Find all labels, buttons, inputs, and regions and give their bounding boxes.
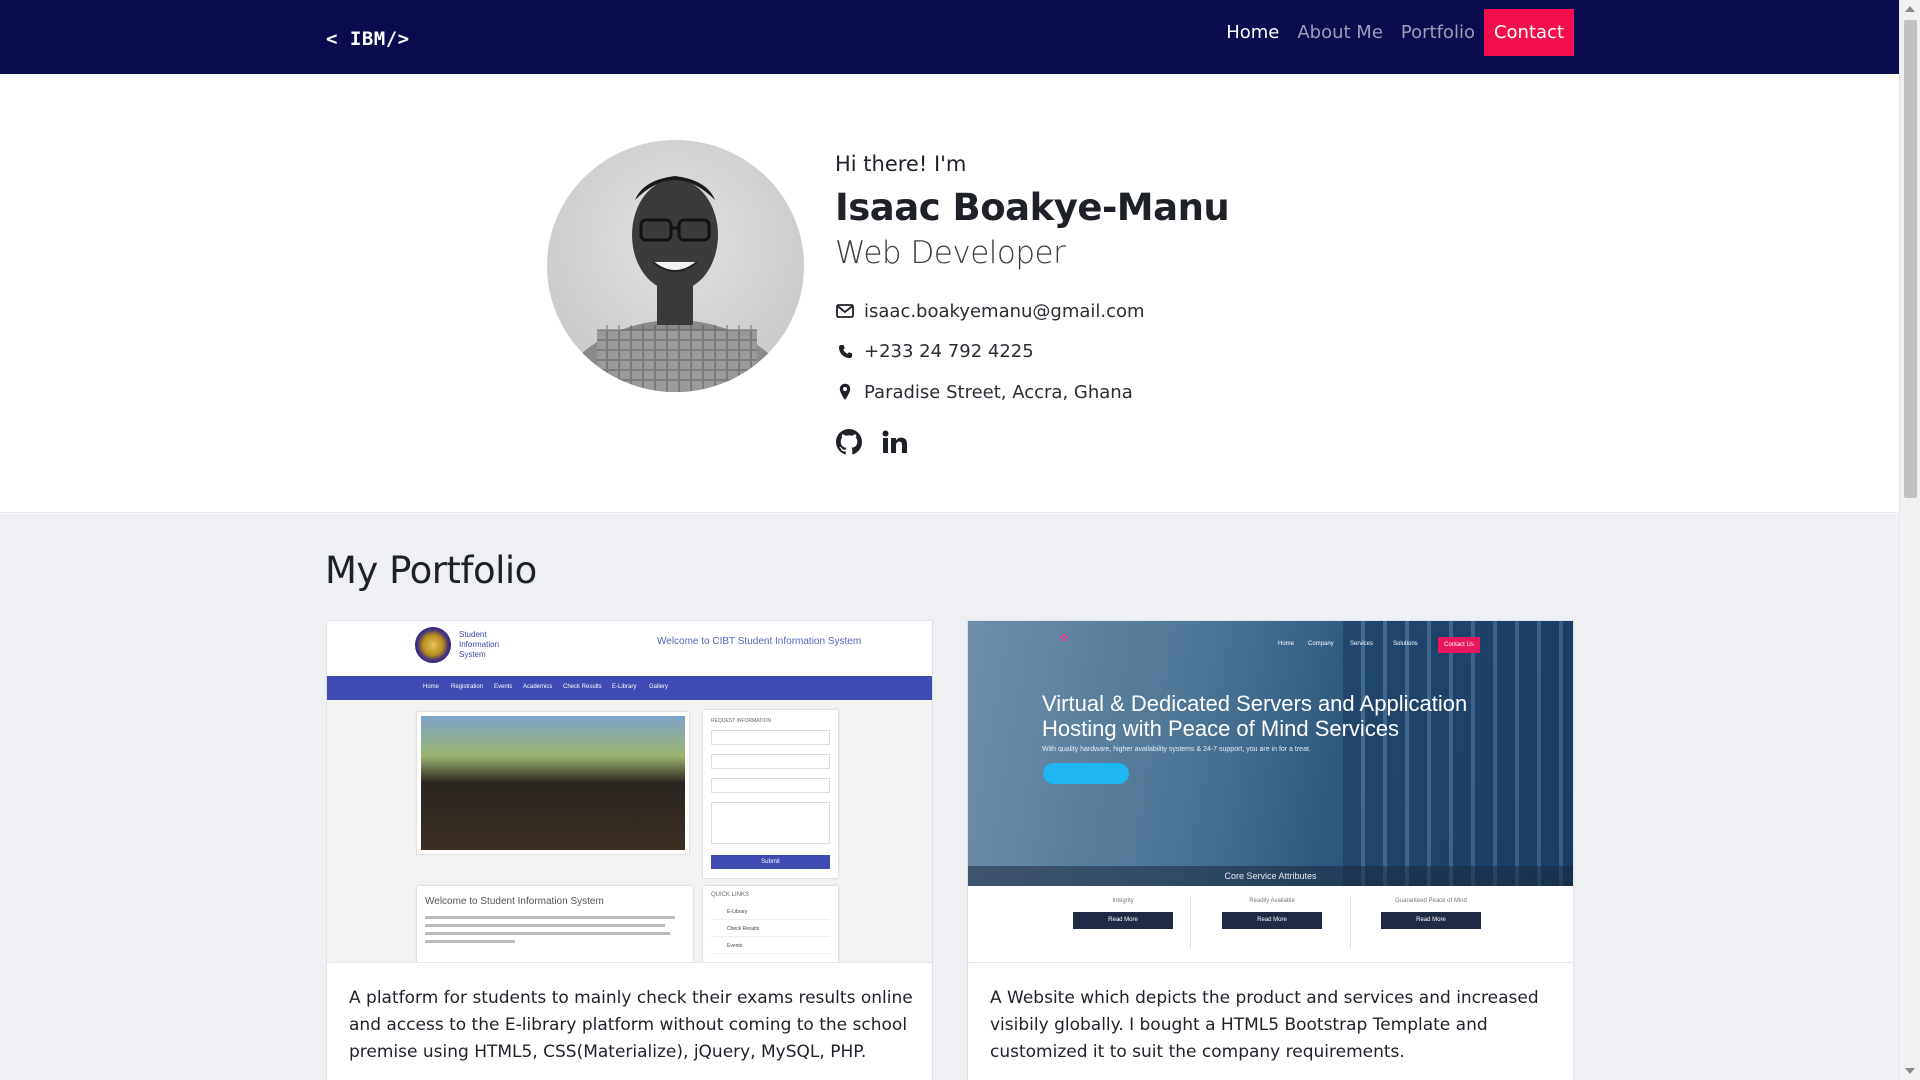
portfolio-card[interactable]: Student Information System Welcome to CI… bbox=[326, 620, 933, 1080]
screenshot-ql-label: Check Results bbox=[727, 926, 760, 932]
top-navbar: < IBM/> Home About Me Portfolio Contact bbox=[0, 0, 1899, 74]
phone-text[interactable]: +233 24 792 4225 bbox=[864, 341, 1034, 362]
main-nav: Home About Me Portfolio Contact bbox=[1217, 9, 1574, 56]
screenshot-ql-item: Check Results bbox=[711, 923, 830, 937]
screenshot-menu-item: Home bbox=[423, 684, 440, 690]
hero-section: Hi there! I'm Isaac Boakye-Manu Web Deve… bbox=[0, 74, 1899, 513]
phone-row: +233 24 792 4225 bbox=[835, 339, 1229, 363]
portfolio-card[interactable]: ✿ Home Company Services Solutions Contac… bbox=[967, 620, 1574, 1080]
screenshot-ql-item: E-Library bbox=[711, 906, 830, 920]
text-line bbox=[425, 924, 665, 927]
project-screenshot[interactable]: ✿ Home Company Services Solutions Contac… bbox=[968, 621, 1573, 963]
attribute-caption: Readily Available bbox=[1249, 898, 1295, 904]
screenshot-header: Student Information System Welcome to CI… bbox=[327, 621, 932, 676]
screenshot-menu-item: Services bbox=[1350, 641, 1374, 647]
hero-greeting: Hi there! I'm bbox=[835, 152, 967, 176]
screenshot-field bbox=[711, 778, 830, 793]
graduation-photo bbox=[417, 712, 689, 854]
portfolio-title: My Portfolio bbox=[325, 549, 537, 592]
scroll-down-arrow-icon[interactable] bbox=[1905, 1068, 1915, 1074]
screenshot-field bbox=[711, 754, 830, 769]
screenshot-body: REQUEST INFORMATION Submit Welcome to St… bbox=[327, 700, 932, 962]
attribute-column: Integrity Read More bbox=[1053, 898, 1193, 929]
screenshot-menu-item: Solutions bbox=[1393, 641, 1418, 647]
screenshot-menu-item: Events bbox=[494, 684, 513, 690]
screenshot-ql-label: E-Library bbox=[727, 909, 748, 915]
screenshot-menu: Home Registration Events Academics Check… bbox=[327, 676, 932, 700]
email-row: isaac.boakyemanu@gmail.com bbox=[835, 299, 1229, 323]
portfolio-section: My Portfolio Student Information System … bbox=[0, 514, 1899, 1080]
social-links bbox=[835, 428, 1229, 456]
project-screenshot[interactable]: Student Information System Welcome to CI… bbox=[327, 621, 932, 963]
hero-role: Web Developer bbox=[835, 235, 1066, 271]
project-description: A platform for students to mainly check … bbox=[349, 988, 913, 1062]
attribute-read-more: Read More bbox=[1222, 912, 1322, 929]
screenshot-welcome-box: Welcome to Student Information System bbox=[417, 886, 693, 962]
text-line bbox=[425, 916, 675, 919]
screenshot-menu-item: Check Results bbox=[563, 684, 602, 690]
divider bbox=[1350, 898, 1351, 948]
screenshot-read-more-pill bbox=[1043, 763, 1129, 784]
hero-info: Hi there! I'm Isaac Boakye-Manu Web Deve… bbox=[835, 152, 1230, 456]
school-seal-icon bbox=[415, 627, 451, 663]
screenshot-box-title: Welcome to Student Information System bbox=[425, 896, 604, 907]
phone-icon bbox=[835, 341, 855, 361]
screenshot-menu-item: Registration bbox=[451, 684, 484, 690]
scroll-up-arrow-icon[interactable] bbox=[1905, 6, 1915, 12]
envelope-icon bbox=[835, 301, 855, 321]
email-text[interactable]: isaac.boakyemanu@gmail.com bbox=[864, 301, 1145, 322]
nav-contact-button[interactable]: Contact bbox=[1483, 9, 1574, 56]
attribute-read-more: Read More bbox=[1073, 912, 1173, 929]
screenshot-menu-item: Gallery bbox=[649, 684, 669, 690]
linkedin-icon[interactable] bbox=[881, 428, 909, 456]
attribute-column: Guaranteed Peace of Mind Read More bbox=[1361, 898, 1501, 929]
location-pin-icon bbox=[835, 382, 855, 402]
company-logo-icon: ✿ bbox=[1060, 633, 1069, 644]
nav-home[interactable]: Home bbox=[1217, 9, 1288, 56]
profile-photo bbox=[547, 140, 804, 392]
attribute-read-more: Read More bbox=[1381, 912, 1481, 929]
attribute-column: Readily Available Read More bbox=[1202, 898, 1342, 929]
nav-portfolio[interactable]: Portfolio bbox=[1392, 9, 1484, 56]
screenshot-contact-button: Contact Us bbox=[1438, 637, 1480, 653]
text-line bbox=[425, 940, 515, 943]
divider bbox=[1190, 898, 1191, 948]
screenshot-band: Core Service Attributes bbox=[968, 866, 1573, 886]
nav-about-me[interactable]: About Me bbox=[1288, 9, 1392, 56]
screenshot-headline: Virtual & Dedicated Servers and Applicat… bbox=[1042, 691, 1468, 741]
screenshot-field bbox=[711, 802, 830, 844]
screenshot-menu-item: Home bbox=[1278, 641, 1295, 647]
screenshot-welcome: Welcome to CIBT Student Information Syst… bbox=[657, 636, 862, 647]
screenshot-ql-item: Events bbox=[711, 940, 830, 954]
hero-background-image bbox=[968, 621, 1573, 886]
address-row: Paradise Street, Accra, Ghana bbox=[835, 380, 1229, 404]
text-line bbox=[425, 932, 670, 935]
screenshot-attributes: Integrity Read More Readily Available Re… bbox=[968, 886, 1573, 962]
address-text: Paradise Street, Accra, Ghana bbox=[864, 381, 1133, 403]
screenshot-subtext: With quality hardware, higher availabili… bbox=[1042, 746, 1311, 753]
screenshot-form: REQUEST INFORMATION Submit bbox=[703, 710, 838, 878]
screenshot-field bbox=[711, 730, 830, 745]
screenshot-quick-links: QUICK LINKS E-Library Check Results Even… bbox=[703, 886, 838, 962]
scrollbar-thumb[interactable] bbox=[1904, 20, 1917, 498]
attribute-caption: Guaranteed Peace of Mind bbox=[1395, 898, 1467, 904]
page-scrollbar[interactable] bbox=[1899, 0, 1920, 1080]
screenshot-ql-label: Events bbox=[727, 943, 743, 949]
project-description: A Website which depicts the product and … bbox=[990, 988, 1539, 1062]
screenshot-form-title: REQUEST INFORMATION bbox=[711, 718, 772, 724]
brand-logo[interactable]: < IBM/> bbox=[326, 28, 410, 50]
screenshot-logo-text: Student Information System bbox=[459, 630, 500, 659]
hero-name: Isaac Boakye-Manu bbox=[835, 186, 1230, 229]
screenshot-submit: Submit bbox=[711, 855, 830, 869]
screenshot-submit-label: Submit bbox=[761, 859, 780, 865]
screenshot-ql-title: QUICK LINKS bbox=[711, 892, 750, 898]
screenshot-menu-item: Academics bbox=[523, 684, 553, 690]
screenshot-menu-item: Company bbox=[1308, 641, 1334, 647]
github-icon[interactable] bbox=[835, 428, 863, 456]
attribute-caption: Integrity bbox=[1112, 898, 1134, 904]
screenshot-menu-item: E-Library bbox=[612, 684, 637, 690]
